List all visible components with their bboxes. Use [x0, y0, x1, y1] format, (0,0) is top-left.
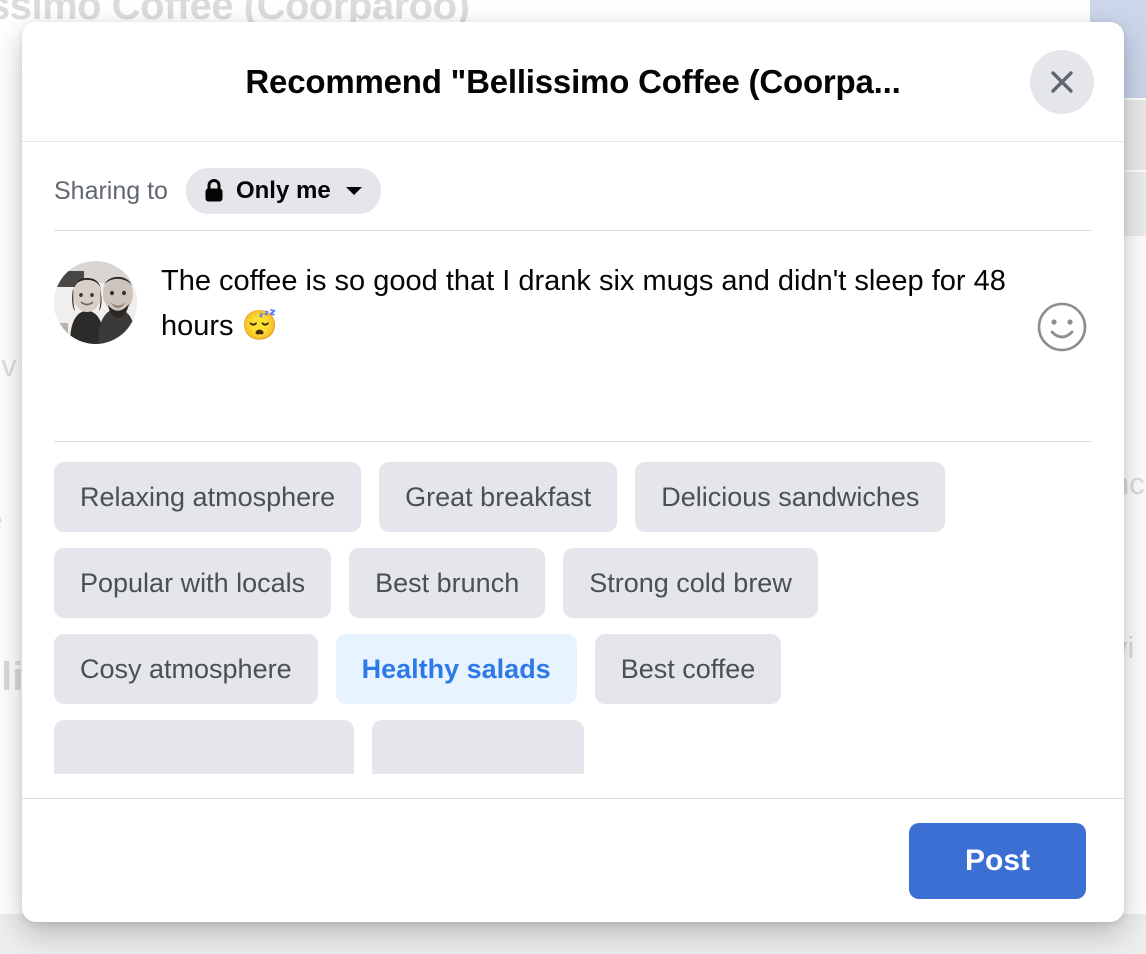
tag-chip[interactable]: Cosy atmosphere: [54, 634, 318, 704]
chevron-down-icon: [345, 187, 362, 195]
privacy-selector-button[interactable]: Only me: [185, 168, 381, 214]
modal-footer: Post: [22, 798, 1124, 922]
page-title: Recommend "Bellissimo Coffee (Coorpa...: [245, 62, 901, 100]
tag-chip[interactable]: Great breakfast: [379, 462, 618, 532]
tag-chip-selected[interactable]: Healthy salads: [335, 634, 577, 704]
post-text[interactable]: The coffee is so good that I drank six m…: [137, 259, 1092, 349]
backdrop-text-fragment-left-3: lli: [0, 655, 24, 699]
composer-area: The coffee is so good that I drank six m…: [22, 231, 1124, 441]
smiley-face-icon: [1037, 302, 1087, 352]
lock-icon: [205, 179, 223, 202]
recommend-modal: Recommend "Bellissimo Coffee (Coorpa... …: [22, 22, 1124, 922]
tag-chip[interactable]: Popular with locals: [54, 548, 332, 618]
emoji-picker-button[interactable]: [1034, 299, 1090, 355]
tag-suggestions-area: Relaxing atmosphere Great breakfast Deli…: [22, 442, 1124, 798]
sharing-to-label: Sharing to: [54, 176, 168, 205]
sharing-row: Sharing to Only me: [22, 142, 1124, 230]
modal-header: Recommend "Bellissimo Coffee (Coorpa...: [22, 22, 1124, 142]
avatar-photo-icon: [54, 261, 137, 344]
close-button[interactable]: [1030, 50, 1094, 114]
backdrop-text-fragment-left-2: e: [0, 505, 2, 536]
tag-chip[interactable]: Best brunch: [349, 548, 546, 618]
tag-chip-list: Relaxing atmosphere Great breakfast Deli…: [54, 462, 1064, 790]
close-icon: [1051, 71, 1073, 93]
tag-chip[interactable]: [54, 720, 354, 790]
tag-chip[interactable]: Relaxing atmosphere: [54, 462, 362, 532]
privacy-value-label: Only me: [235, 177, 331, 204]
post-button[interactable]: Post: [908, 822, 1086, 899]
tag-chip[interactable]: Delicious sandwiches: [635, 462, 946, 532]
avatar: [54, 261, 137, 344]
tag-chip[interactable]: Strong cold brew: [563, 548, 818, 618]
tag-chip[interactable]: Best coffee: [594, 634, 782, 704]
tag-chip[interactable]: [372, 720, 584, 790]
backdrop-text-fragment-left-1: ev: [0, 348, 17, 383]
